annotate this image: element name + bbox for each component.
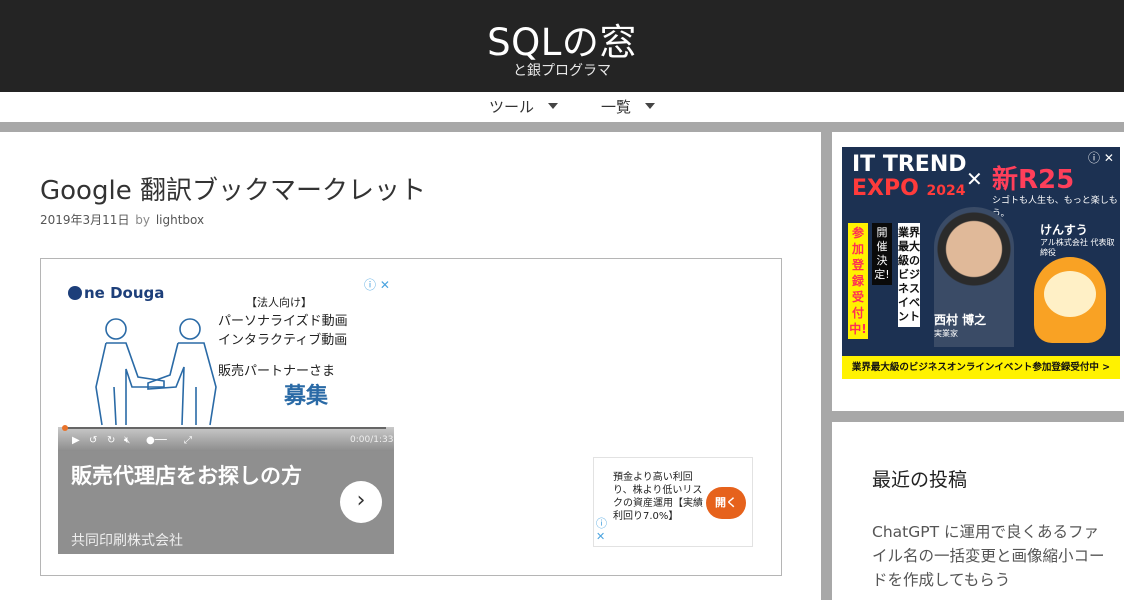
banner-brand: 新R25 xyxy=(992,165,1075,195)
ad-copy: 【法人向け】 パーソナライズド動画 インタラクティブ動画 販売パートナーさま 募… xyxy=(218,293,388,409)
ad-copy-line: パーソナライズド動画 xyxy=(218,314,348,329)
recent-posts-widget: 最近の投稿 ChatGPT に運用で良くあるファイル名の一括変更と画像縮小コード… xyxy=(832,422,1124,600)
nav-item-label: ツール xyxy=(489,98,535,116)
sidebar-ad-widget: IT TREND EXPO 2024 ✕ 新R25 シゴトも人生も、もっと楽しも… xyxy=(832,132,1124,411)
close-icon[interactable]: ✕ xyxy=(596,530,605,543)
chevron-down-icon xyxy=(645,103,656,109)
banner-vertical-text: 業界最大級のビジネスイベント xyxy=(898,223,920,327)
forward-icon[interactable]: ↻ xyxy=(107,435,115,446)
mascot-illustration xyxy=(1034,257,1106,343)
recent-post-link[interactable]: ChatGPT に運用で良くあるファイル名の一括変更と画像縮小コードを作成しても… xyxy=(872,520,1112,592)
chevron-down-icon xyxy=(548,103,559,109)
play-icon[interactable]: ▶ xyxy=(72,435,80,446)
ad-cta-box[interactable]: 販売代理店をお探しの方 › 共同印刷株式会社 xyxy=(58,451,394,554)
banner-vertical-text: 開催決定! xyxy=(872,223,892,285)
banner-footer[interactable]: 業界最大級のビジネスオンラインイベント参加登録受付中 > xyxy=(842,356,1120,379)
ad-copy-big: 募集 xyxy=(284,384,329,409)
open-button[interactable]: 開く xyxy=(706,487,746,519)
main-nav: ツール 一覧 xyxy=(0,92,1124,122)
site-description: と銀プログラマ xyxy=(513,63,611,79)
post-title[interactable]: Google 翻訳ブックマークレット xyxy=(40,170,426,207)
post-meta: 2019年3月11日 by lightbox xyxy=(40,211,204,228)
chevron-right-icon[interactable]: › xyxy=(340,481,382,523)
ad-container: ne Douga ⓘ ✕ 【法人向け】 パーソナライズド動画 インタラクティブ動… xyxy=(40,258,782,576)
ad-logo: ne Douga xyxy=(68,284,164,302)
rewind-icon[interactable]: ↺ xyxy=(89,435,97,446)
nav-item-tools[interactable]: ツール xyxy=(489,96,559,117)
video-time: 0:00/1:33 xyxy=(350,435,394,445)
video-ad[interactable]: ne Douga ⓘ ✕ 【法人向け】 パーソナライズド動画 インタラクティブ動… xyxy=(58,275,394,554)
progress-handle[interactable] xyxy=(62,425,68,431)
ad-choices-icon[interactable]: ⓘ ✕ xyxy=(1088,149,1114,166)
speaker-name: けんすう アル株式会社 代表取締役 xyxy=(1040,223,1115,257)
video-progress[interactable] xyxy=(62,425,386,431)
banner-vertical-text: 参加登録受付中! xyxy=(848,223,868,339)
ad-copy-line: インタラクティブ動画 xyxy=(218,333,348,348)
banner-cross: ✕ xyxy=(966,167,983,191)
nav-item-list[interactable]: 一覧 xyxy=(601,96,656,117)
logo-mark-icon xyxy=(68,286,82,300)
event-banner[interactable]: IT TREND EXPO 2024 ✕ 新R25 シゴトも人生も、もっと楽しも… xyxy=(842,147,1120,379)
volume-slider[interactable]: ●── xyxy=(146,435,167,446)
ad-copy-line: 販売パートナーさま xyxy=(218,364,336,379)
text-ad-copy[interactable]: 預金より高い利回り、株より低いリスクの資産運用【実績利回り7.0%】 xyxy=(613,471,703,523)
nav-item-label: 一覧 xyxy=(601,98,632,116)
post-by: by xyxy=(135,213,150,227)
ad-headline[interactable]: 販売代理店をお探しの方 xyxy=(71,459,321,493)
widget-title: 最近の投稿 xyxy=(872,469,968,491)
banner-tagline: シゴトも人生も、もっと楽しもう。 xyxy=(992,196,1118,219)
main-content: Google 翻訳ブックマークレット 2019年3月11日 by lightbo… xyxy=(0,132,821,600)
mute-icon[interactable]: 🔇︎ xyxy=(124,435,130,446)
ad-sponsor: 共同印刷株式会社 xyxy=(71,533,183,549)
post-author[interactable]: lightbox xyxy=(156,213,204,227)
ad-choices-icon[interactable]: ⓘ ✕ xyxy=(364,276,390,293)
ad-copy-line: 【法人向け】 xyxy=(246,296,312,309)
speaker-name: 西村 博之 実業家 xyxy=(934,313,987,338)
post-date[interactable]: 2019年3月11日 xyxy=(40,213,129,227)
text-ad[interactable]: 預金より高い利回り、株より低いリスクの資産運用【実績利回り7.0%】 開く ⓘ … xyxy=(593,457,753,547)
site-title[interactable]: SQLの窓 xyxy=(0,12,1124,66)
site-header: SQLの窓 と銀プログラマ xyxy=(0,0,1124,92)
info-icon[interactable]: ⓘ xyxy=(596,515,607,531)
handshake-illustration-icon xyxy=(95,318,217,426)
fullscreen-icon[interactable]: ⤢ xyxy=(184,435,192,446)
banner-title: IT TREND EXPO 2024 xyxy=(852,152,967,201)
